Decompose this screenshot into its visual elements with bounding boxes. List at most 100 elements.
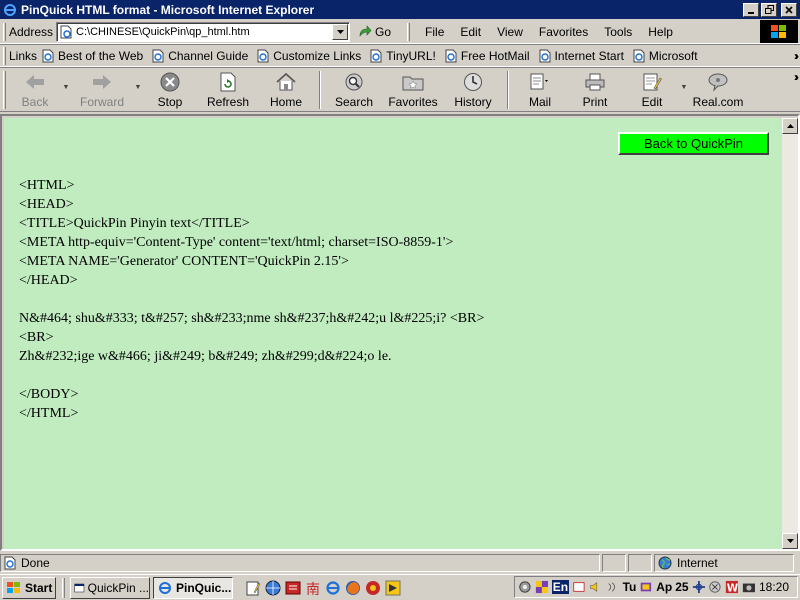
link-free-hotmail[interactable]: Free HotMail — [444, 49, 530, 63]
restore-button[interactable] — [761, 2, 777, 17]
history-button[interactable]: History — [445, 68, 501, 110]
mail-icon — [528, 71, 552, 93]
links-bar: Links Best of the Web Channel Guide Cust… — [0, 45, 800, 67]
scroll-up-arrow-icon[interactable] — [782, 118, 798, 134]
keyboard-tray-icon[interactable] — [639, 579, 653, 595]
menu-grip[interactable] — [407, 22, 411, 41]
home-icon — [274, 71, 298, 93]
standard-toolbar: Back ▼ Forward ▼ Stop Refresh Home Searc… — [0, 68, 800, 112]
network-tray-icon[interactable] — [518, 579, 532, 595]
window-title: PinQuick HTML format - Microsoft Interne… — [21, 2, 315, 17]
links-grip[interactable] — [3, 46, 6, 65]
edit-dropdown-icon[interactable]: ▼ — [679, 84, 689, 91]
speaker-tray-icon[interactable] — [589, 579, 603, 595]
shield-tray-icon[interactable] — [708, 579, 722, 595]
toolbar-grip[interactable] — [3, 22, 6, 41]
status-bar: Done Internet — [0, 553, 800, 573]
back-dropdown-icon[interactable]: ▼ — [61, 84, 71, 91]
link-internet-start[interactable]: Internet Start — [538, 49, 624, 63]
home-button[interactable]: Home — [259, 68, 313, 110]
menu-tools[interactable]: Tools — [596, 25, 640, 39]
links-more-chevron-icon[interactable]: ›› — [794, 49, 799, 63]
back-arrow-icon — [23, 71, 47, 93]
link-label: Free HotMail — [460, 48, 530, 63]
winamp-icon[interactable] — [385, 580, 401, 596]
app-window-icon — [74, 583, 85, 592]
move-arrows-tray-icon[interactable] — [692, 579, 706, 595]
link-channel-guide[interactable]: Channel Guide — [151, 49, 248, 63]
forward-dropdown-icon[interactable]: ▼ — [133, 84, 143, 91]
system-tray: En Tu Ap 25 W 18:20 — [514, 576, 798, 598]
back-button[interactable]: Back — [9, 68, 61, 110]
start-button[interactable]: Start — [2, 576, 56, 599]
address-dropdown-button[interactable] — [332, 23, 349, 40]
html-source-text: <HTML> <HEAD> <TITLE>QuickPin Pinyin tex… — [19, 176, 484, 423]
globe-icon — [658, 556, 672, 570]
link-label: Best of the Web — [58, 48, 144, 63]
favorites-button[interactable]: Favorites — [381, 68, 445, 110]
address-box[interactable] — [56, 21, 351, 42]
camera-tray-icon[interactable] — [742, 579, 756, 595]
vertical-scrollbar[interactable] — [782, 118, 798, 549]
minimize-button[interactable] — [743, 2, 759, 17]
scrollbar-track[interactable] — [782, 134, 798, 533]
media-player-icon[interactable] — [365, 580, 381, 596]
link-label: TinyURL! — [386, 48, 436, 63]
network-globe-icon[interactable] — [265, 580, 281, 596]
close-button[interactable] — [781, 2, 797, 17]
mail-button[interactable]: Mail — [515, 68, 565, 110]
window-tray-icon[interactable] — [572, 579, 586, 595]
svg-text:W: W — [727, 582, 739, 594]
task-pinquick[interactable]: PinQuic... — [153, 576, 233, 599]
link-label: Internet Start — [554, 48, 624, 63]
scroll-down-arrow-icon[interactable] — [782, 533, 798, 549]
menu-view[interactable]: View — [489, 25, 531, 39]
edit-button[interactable]: Edit — [625, 68, 679, 110]
forward-arrow-icon — [90, 71, 114, 93]
address-input[interactable] — [76, 25, 333, 38]
back-to-quickpin-button[interactable]: Back to QuickPin — [618, 132, 769, 155]
print-button[interactable]: Print — [565, 68, 625, 110]
go-button[interactable]: Go — [358, 25, 404, 39]
menu-help[interactable]: Help — [640, 25, 681, 39]
tray-text-25[interactable]: 25 — [675, 580, 688, 594]
chinese-char-icon[interactable]: 南 — [305, 580, 321, 596]
link-best-of-web[interactable]: Best of the Web — [41, 49, 143, 63]
taskbar-grip[interactable] — [62, 577, 65, 598]
ie-launch-icon[interactable] — [325, 580, 341, 596]
refresh-button[interactable]: Refresh — [197, 68, 259, 110]
menu-favorites[interactable]: Favorites — [531, 25, 596, 39]
firefox-icon[interactable] — [345, 580, 361, 596]
web-page-icon — [370, 49, 382, 62]
source-line: <BR> — [19, 330, 54, 345]
red-app-icon[interactable] — [285, 580, 301, 596]
link-customize-links[interactable]: Customize Links — [256, 49, 361, 63]
w-tray-icon[interactable]: W — [725, 579, 739, 595]
address-label: Address — [9, 24, 54, 39]
security-zone-pane[interactable]: Internet — [654, 554, 794, 572]
language-indicator[interactable]: En — [551, 580, 570, 594]
tray-text-ap[interactable]: Ap — [656, 580, 672, 594]
clock[interactable]: 18:20 — [759, 580, 789, 594]
sound-waves-tray-icon[interactable] — [606, 579, 620, 595]
toolbar-grip[interactable] — [3, 71, 6, 109]
edit-document-icon[interactable] — [245, 580, 261, 596]
color-grid-tray-icon[interactable] — [535, 579, 549, 595]
forward-button[interactable]: Forward — [71, 68, 133, 110]
real-com-label: Real.com — [692, 95, 744, 109]
link-tinyurl[interactable]: TinyURL! — [369, 49, 436, 63]
source-line: </HEAD> — [19, 273, 78, 288]
task-quickpin[interactable]: QuickPin ... — [70, 576, 150, 599]
stop-button[interactable]: Stop — [143, 68, 197, 110]
link-microsoft[interactable]: Microsoft — [632, 49, 698, 63]
menu-file[interactable]: File — [417, 25, 452, 39]
tray-text-tu[interactable]: Tu — [623, 580, 637, 594]
search-button[interactable]: Search — [327, 68, 381, 110]
real-com-button[interactable]: Real.com — [689, 68, 747, 110]
menu-edit[interactable]: Edit — [452, 25, 489, 39]
title-bar[interactable]: PinQuick HTML format - Microsoft Interne… — [0, 0, 800, 19]
link-label: Channel Guide — [168, 48, 249, 63]
quick-launch: 南 — [245, 580, 401, 596]
toolbar-more-chevron-icon[interactable]: ›› — [794, 70, 799, 84]
web-page-icon — [445, 49, 457, 62]
